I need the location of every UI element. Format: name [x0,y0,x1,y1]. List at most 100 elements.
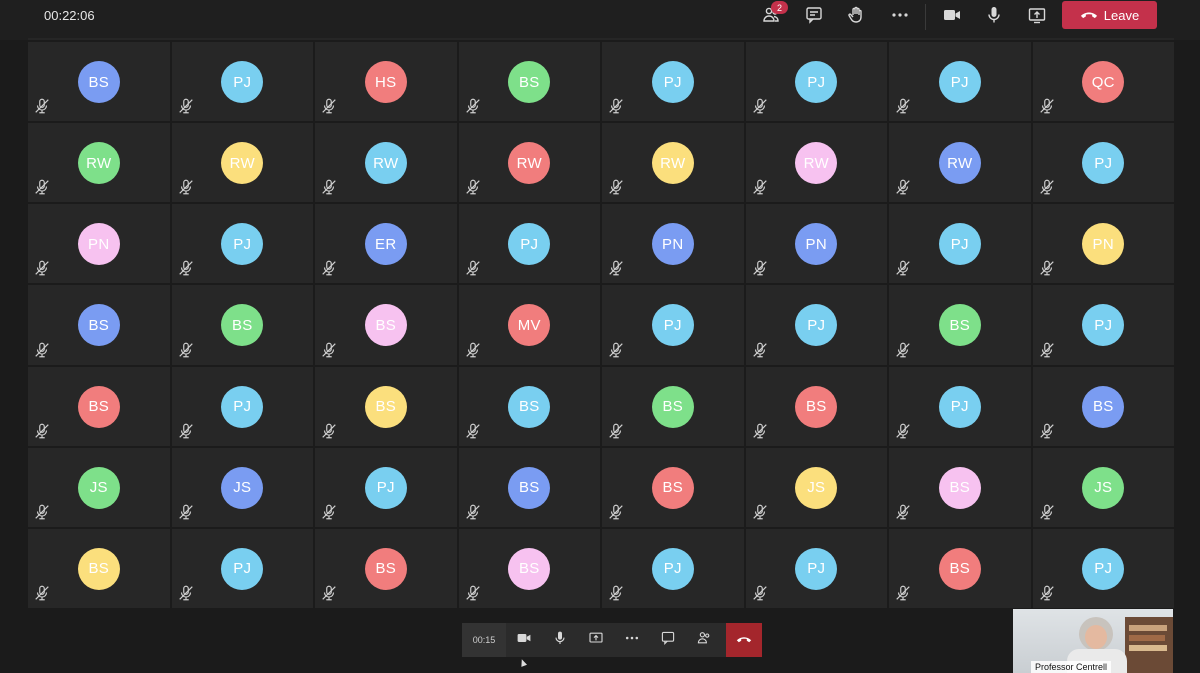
mic-off-icon [751,341,769,359]
participant-tile[interactable]: PJ [745,42,887,122]
mic-off-icon [177,584,195,602]
participant-tile[interactable]: BS [458,42,600,122]
participant-tile[interactable]: BS [315,285,457,365]
presenter-name: Professor Centrell [1031,661,1112,673]
participant-tile[interactable]: BS [889,285,1031,365]
chat-button[interactable] [799,4,829,30]
participant-tile[interactable]: PN [1032,204,1174,284]
participant-tile[interactable]: JS [171,447,313,527]
participant-tile[interactable]: BS [28,285,170,365]
more-icon [624,630,640,651]
participant-avatar: PN [1082,223,1125,266]
participant-tile[interactable]: PJ [745,528,887,608]
mic-off-icon [1038,97,1056,115]
participant-tile[interactable]: BS [602,366,744,446]
compact-hangup-button[interactable] [726,623,762,657]
mic-off-icon [33,422,51,440]
mic-off-icon [607,178,625,196]
participant-tile[interactable]: JS [745,447,887,527]
raise-hand-button[interactable] [841,4,871,30]
presenter-video-thumbnail[interactable]: Professor Centrell [1013,609,1173,673]
compact-chat-button[interactable] [650,623,686,657]
mic-off-icon [320,97,338,115]
participant-tile[interactable]: BS [458,528,600,608]
leave-button[interactable]: Leave [1062,1,1157,29]
mic-off-icon [894,503,912,521]
participant-tile[interactable]: ER [315,204,457,284]
mic-off-icon [1038,584,1056,602]
mic-off-icon [464,178,482,196]
compact-camera-button[interactable] [506,623,542,657]
participant-tile[interactable]: PJ [315,447,457,527]
participant-avatar: ER [364,223,407,266]
participant-tile[interactable]: PJ [889,366,1031,446]
participant-tile[interactable]: BS [315,366,457,446]
participant-tile[interactable]: PN [28,204,170,284]
participant-tile[interactable]: RW [171,123,313,203]
share-screen-button[interactable] [1022,4,1052,30]
participant-avatar: RW [795,142,838,185]
participant-tile[interactable]: BS [28,42,170,122]
mic-off-icon [177,503,195,521]
participant-tile[interactable]: PJ [171,366,313,446]
participant-tile[interactable]: PJ [602,528,744,608]
participant-tile[interactable]: BS [28,366,170,446]
participant-tile[interactable]: JS [28,447,170,527]
mic-off-icon [33,341,51,359]
participant-tile[interactable]: QC [1032,42,1174,122]
mic-off-icon [320,341,338,359]
participant-tile[interactable]: BS [458,447,600,527]
participant-tile[interactable]: BS [889,528,1031,608]
participant-tile[interactable]: BS [28,528,170,608]
mic-off-icon [894,584,912,602]
people-icon [696,630,712,651]
participant-tile[interactable]: JS [1032,447,1174,527]
participant-tile[interactable]: BS [315,528,457,608]
participant-tile[interactable]: PJ [1032,528,1174,608]
participant-avatar: RW [77,142,120,185]
participant-avatar: PJ [938,385,981,428]
mic-off-icon [894,97,912,115]
participant-tile[interactable]: RW [889,123,1031,203]
camera-button[interactable] [937,4,967,30]
participant-tile[interactable]: PJ [602,42,744,122]
compact-more-button[interactable] [614,623,650,657]
compact-mic-button[interactable] [542,623,578,657]
participant-tile[interactable]: PJ [171,42,313,122]
mic-off-icon [177,178,195,196]
participant-tile[interactable]: BS [458,366,600,446]
participant-tile[interactable]: PJ [171,528,313,608]
participant-tile[interactable]: PJ [889,204,1031,284]
participant-avatar: JS [795,466,838,509]
participant-tile[interactable]: BS [745,366,887,446]
participant-tile[interactable]: MV [458,285,600,365]
participant-tile[interactable]: RW [458,123,600,203]
mic-off-icon [607,584,625,602]
participant-tile[interactable]: RW [315,123,457,203]
mic-off-icon [177,341,195,359]
participant-tile[interactable]: PN [745,204,887,284]
participant-tile[interactable]: RW [745,123,887,203]
mic-icon [984,5,1004,30]
more-options-button[interactable] [885,4,915,30]
participant-tile[interactable]: PJ [889,42,1031,122]
participant-tile[interactable]: BS [171,285,313,365]
participant-tile[interactable]: RW [602,123,744,203]
participant-tile[interactable]: BS [602,447,744,527]
participant-tile[interactable]: PJ [602,285,744,365]
participants-badge: 2 [771,1,788,14]
compact-share-button[interactable] [578,623,614,657]
participant-tile[interactable]: BS [889,447,1031,527]
participant-tile[interactable]: PJ [171,204,313,284]
microphone-button[interactable] [979,4,1009,30]
participant-tile[interactable]: PJ [745,285,887,365]
participant-tile[interactable]: PJ [1032,285,1174,365]
participants-button[interactable]: 2 [756,1,788,30]
participant-tile[interactable]: BS [1032,366,1174,446]
participant-tile[interactable]: HS [315,42,457,122]
participant-tile[interactable]: PN [602,204,744,284]
participant-tile[interactable]: PJ [458,204,600,284]
participant-tile[interactable]: RW [28,123,170,203]
participant-tile[interactable]: PJ [1032,123,1174,203]
compact-participants-button[interactable] [686,623,722,657]
